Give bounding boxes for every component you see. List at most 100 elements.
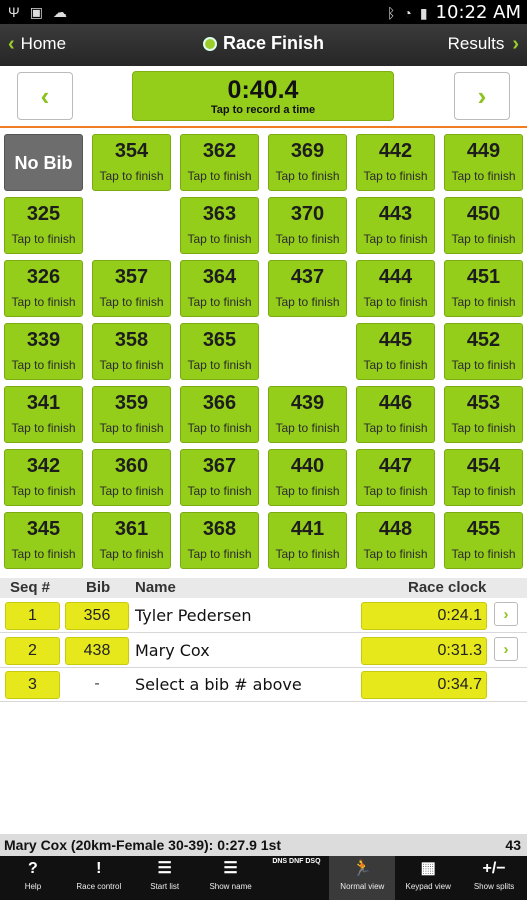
cloud-upload-icon: ☁: [52, 4, 67, 20]
bib-tile-368[interactable]: 368 Tap to finish: [180, 512, 259, 569]
bib-tile-454[interactable]: 454 Tap to finish: [444, 449, 523, 506]
bib-tile-443[interactable]: 443 Tap to finish: [356, 197, 435, 254]
bib-tile-367[interactable]: 367 Tap to finish: [180, 449, 259, 506]
toolbar-help-button[interactable]: ? Help: [0, 856, 66, 900]
bib-number: 437: [290, 266, 325, 288]
bib-number: 359: [114, 392, 149, 414]
results-button[interactable]: Results ›: [448, 34, 519, 54]
bib-tile-437[interactable]: 437 Tap to finish: [268, 260, 347, 317]
seq-cell[interactable]: 1: [5, 602, 60, 630]
bib-number: 364: [202, 266, 237, 288]
toolbar-race-control-button[interactable]: ! Race control: [66, 856, 132, 900]
bib-number: 444: [378, 266, 413, 288]
bib-tile-451[interactable]: 451 Tap to finish: [444, 260, 523, 317]
bib-tile-444[interactable]: 444 Tap to finish: [356, 260, 435, 317]
previous-button[interactable]: ‹: [17, 72, 73, 120]
tap-to-finish-label: Tap to finish: [363, 421, 428, 435]
bib-tile-342[interactable]: 342 Tap to finish: [4, 449, 83, 506]
toolbar-show-name-button[interactable]: ☰ Show name: [198, 856, 264, 900]
bib-tile-452[interactable]: 452 Tap to finish: [444, 323, 523, 380]
show-splits-icon: +/−: [482, 860, 506, 877]
tap-to-finish-label: Tap to finish: [11, 421, 76, 435]
toolbar-start-list-button[interactable]: ☰ Start list: [132, 856, 198, 900]
bib-tile-439[interactable]: 439 Tap to finish: [268, 386, 347, 443]
bib-tile-441[interactable]: 441 Tap to finish: [268, 512, 347, 569]
status-time: 10:22 AM: [435, 2, 521, 23]
help-icon: ?: [28, 860, 38, 877]
bib-grid: No Bib 354 Tap to finish 362 Tap to finish 36…: [4, 134, 523, 572]
bib-tile-357[interactable]: 357 Tap to finish: [92, 260, 171, 317]
bib-tile-326[interactable]: 326 Tap to finish: [4, 260, 83, 317]
bib-tile-339[interactable]: 339 Tap to finish: [4, 323, 83, 380]
bib-number: 362: [202, 140, 237, 162]
bib-cell[interactable]: 438: [65, 637, 129, 665]
tap-to-finish-label: Tap to finish: [187, 232, 252, 246]
toolbar-show-splits-button[interactable]: +/− Show splits: [461, 856, 527, 900]
clock-cell[interactable]: 0:24.1: [361, 602, 487, 630]
timer-row: ‹ 0:40.4 Tap to record a time ›: [0, 66, 527, 128]
bib-tile-455[interactable]: 455 Tap to finish: [444, 512, 523, 569]
bib-tile-325[interactable]: 325 Tap to finish: [4, 197, 83, 254]
bib-tile-440[interactable]: 440 Tap to finish: [268, 449, 347, 506]
bib-tile-370[interactable]: 370 Tap to finish: [268, 197, 347, 254]
tap-to-finish-label: Tap to finish: [451, 169, 516, 183]
toolbar-label: Race control: [76, 882, 122, 891]
bib-tile-358[interactable]: 358 Tap to finish: [92, 323, 171, 380]
clock-cell[interactable]: 0:31.3: [361, 637, 487, 665]
bib-tile-364[interactable]: 364 Tap to finish: [180, 260, 259, 317]
bib-tile-447[interactable]: 447 Tap to finish: [356, 449, 435, 506]
bib-tile-360[interactable]: 360 Tap to finish: [92, 449, 171, 506]
bib-tile-445[interactable]: 445 Tap to finish: [356, 323, 435, 380]
bib-number: 365: [202, 329, 237, 351]
seq-cell[interactable]: 2: [5, 637, 60, 665]
header-race-clock: Race clock: [408, 579, 487, 596]
row-details-button[interactable]: ›: [494, 602, 518, 626]
bib-cell[interactable]: 356: [65, 602, 129, 630]
bib-number: 325: [26, 203, 61, 225]
bib-tile-363[interactable]: 363 Tap to finish: [180, 197, 259, 254]
bib-tile-354[interactable]: 354 Tap to finish: [92, 134, 171, 191]
bib-tile-361[interactable]: 361 Tap to finish: [92, 512, 171, 569]
toolbar-keypad-view-button[interactable]: ▦ Keypad view: [395, 856, 461, 900]
name-cell: Tyler Pedersen: [135, 606, 252, 625]
toolbar-label: Keypad view: [405, 882, 451, 891]
table-row[interactable]: 1 356 Tyler Pedersen 0:24.1 ›: [0, 599, 527, 633]
bib-number: 443: [378, 203, 413, 225]
bib-tile-448[interactable]: 448 Tap to finish: [356, 512, 435, 569]
tap-to-finish-label: Tap to finish: [275, 547, 340, 561]
header-bib: Bib: [86, 579, 111, 596]
toolbar-dns-dnf-dsq-button[interactable]: DNS DNF DSQ: [264, 856, 330, 900]
bib-number: 360: [114, 455, 149, 477]
next-button[interactable]: ›: [454, 72, 510, 120]
clock-cell[interactable]: 0:34.7: [361, 671, 487, 699]
table-row[interactable]: 2 438 Mary Cox 0:31.3 ›: [0, 634, 527, 668]
tap-to-finish-label: Tap to finish: [363, 232, 428, 246]
start-list-icon: ☰: [157, 860, 172, 877]
row-details-button[interactable]: ›: [494, 637, 518, 661]
record-time-button[interactable]: 0:40.4 Tap to record a time: [132, 71, 394, 121]
bib-tile-369[interactable]: 369 Tap to finish: [268, 134, 347, 191]
bib-tile-446[interactable]: 446 Tap to finish: [356, 386, 435, 443]
bib-number: 366: [202, 392, 237, 414]
bib-tile-450[interactable]: 450 Tap to finish: [444, 197, 523, 254]
bib-tile-453[interactable]: 453 Tap to finish: [444, 386, 523, 443]
bib-tile-359[interactable]: 359 Tap to finish: [92, 386, 171, 443]
bib-tile-365[interactable]: 365 Tap to finish: [180, 323, 259, 380]
table-row[interactable]: 3 - Select a bib # above 0:34.7: [0, 668, 527, 702]
bib-tile-345[interactable]: 345 Tap to finish: [4, 512, 83, 569]
toolbar-normal-view-button[interactable]: 🏃 Normal view: [329, 856, 396, 900]
bib-tile-366[interactable]: 366 Tap to finish: [180, 386, 259, 443]
tap-to-finish-label: Tap to finish: [99, 169, 164, 183]
bib-tile-449[interactable]: 449 Tap to finish: [444, 134, 523, 191]
bib-tile-341[interactable]: 341 Tap to finish: [4, 386, 83, 443]
dns-dnf-dsq-icon: DNS DNF DSQ: [272, 858, 321, 865]
bib-tile-362[interactable]: 362 Tap to finish: [180, 134, 259, 191]
bib-number: 345: [26, 518, 61, 540]
bib-number: 455: [466, 518, 501, 540]
bib-number: 339: [26, 329, 61, 351]
bib-tile-442[interactable]: 442 Tap to finish: [356, 134, 435, 191]
seq-cell[interactable]: 3: [5, 671, 60, 699]
tap-to-finish-label: Tap to finish: [11, 358, 76, 372]
results-table-header: Seq # Bib Name Race clock: [0, 578, 527, 598]
no-bib-button[interactable]: No Bib: [4, 134, 83, 191]
